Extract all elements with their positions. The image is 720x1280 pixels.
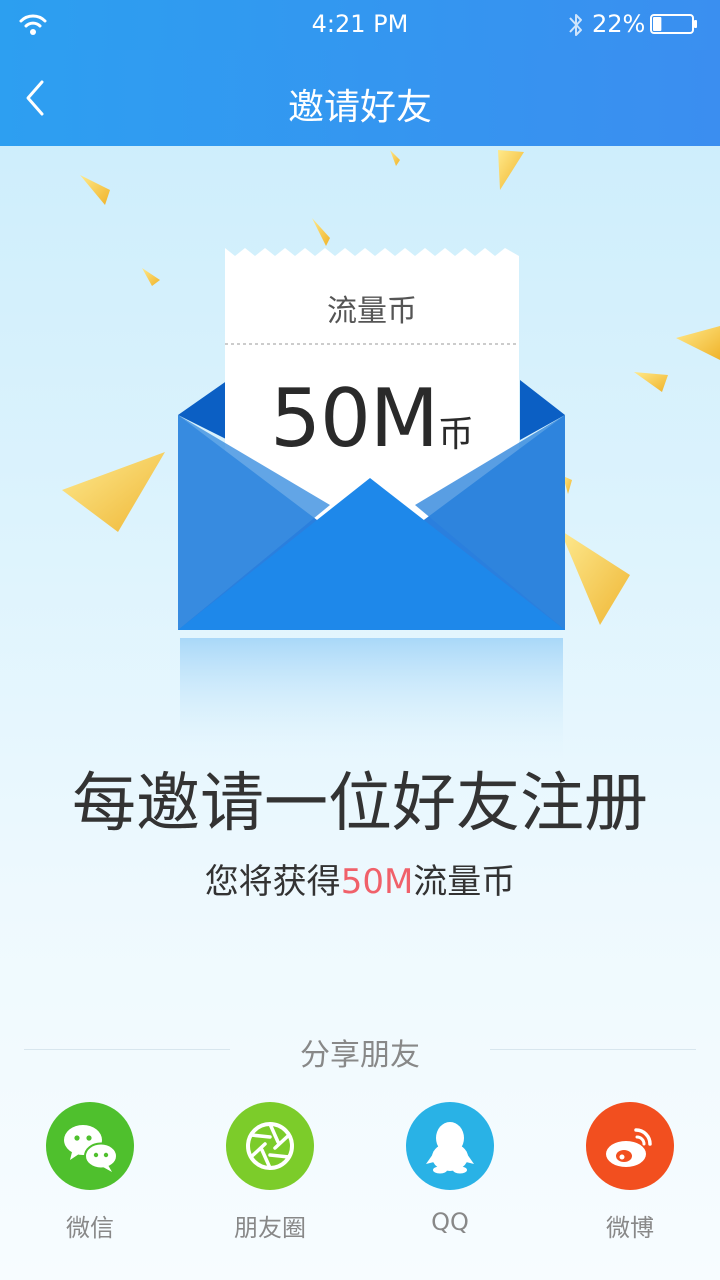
invite-reward-text: 您将获得50M流量币 [0,854,720,903]
page-title: 邀请好友 [287,87,432,128]
nav-bar: 邀请好友 [0,50,720,146]
status-bar: 4:21 PM 22% [0,0,720,50]
reward-prefix: 您将获得 [204,862,341,902]
share-circle [406,1102,494,1190]
ticket-amount-value: 50M [270,372,439,465]
share-label: 微信 [66,1214,114,1242]
moments-icon [246,1122,294,1170]
ticket-amount-unit: 币 [437,414,474,455]
ticket-amount: 50M币 [225,372,519,465]
share-qq-button[interactable]: QQ [390,1102,510,1242]
share-divider-right [490,1049,696,1050]
share-circle [586,1102,674,1190]
share-label: 朋友圈 [234,1214,306,1242]
share-label: QQ [431,1208,469,1236]
share-title: 分享朋友 [300,1038,420,1073]
qq-icon [426,1122,474,1174]
battery-icon [650,14,697,34]
reward-suffix: 流量币 [413,862,516,902]
weibo-icon [606,1128,652,1167]
share-circle [46,1102,134,1190]
battery-percent: 22% [592,10,646,38]
wechat-icon [64,1125,118,1172]
reward-amount: 50M [340,862,414,902]
share-label: 微博 [606,1214,654,1242]
share-wechat-button[interactable]: 微信 [30,1102,150,1242]
ticket-label: 流量币 [327,294,417,329]
share-weibo-button[interactable]: 微博 [570,1102,690,1242]
invite-headline: 每邀请一位好友注册 [72,767,648,841]
bluetooth-icon [569,14,582,36]
share-moments-button[interactable]: 朋友圈 [210,1102,330,1242]
share-circle [226,1102,314,1190]
